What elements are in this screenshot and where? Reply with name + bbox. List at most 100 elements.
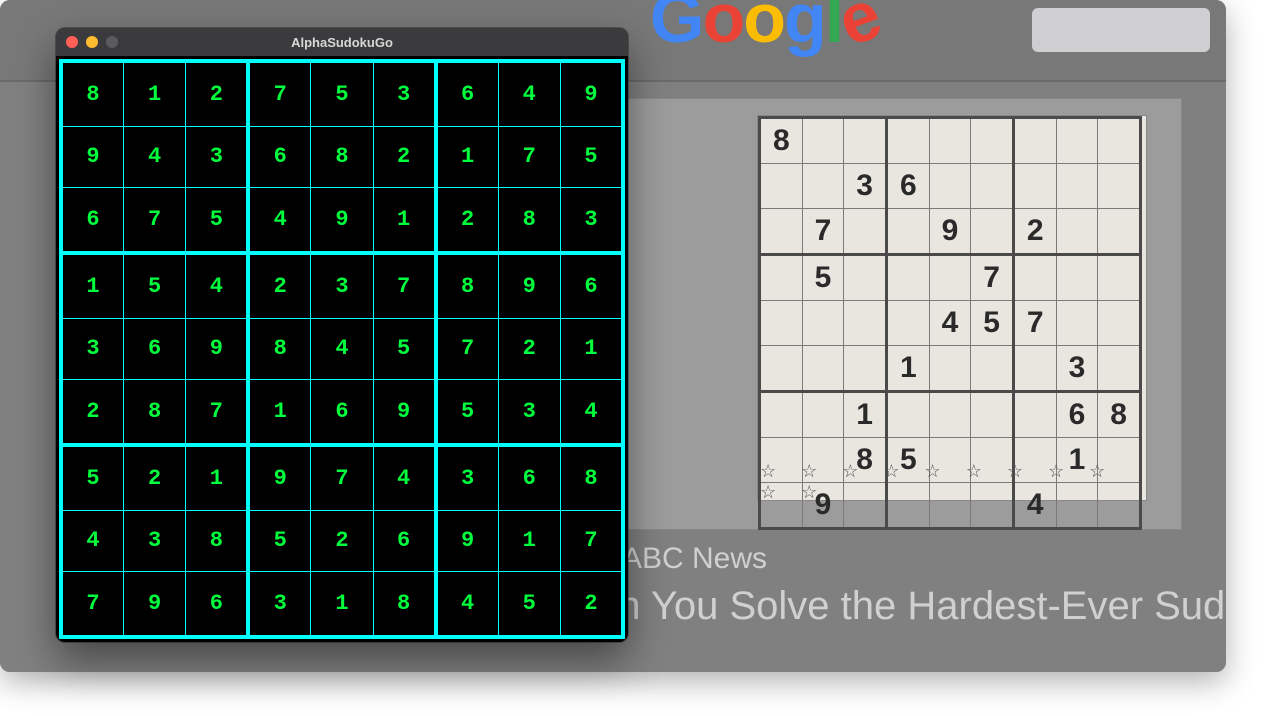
solution-cell[interactable]: 8 — [436, 253, 498, 318]
solution-cell[interactable]: 8 — [61, 61, 123, 126]
solution-cell[interactable]: 8 — [561, 445, 624, 510]
puzzle-cell: 6 — [886, 164, 929, 209]
solution-cell[interactable]: 6 — [248, 126, 310, 188]
solution-cell[interactable]: 6 — [436, 61, 498, 126]
puzzle-cell — [971, 118, 1014, 164]
solution-cell[interactable]: 7 — [311, 445, 373, 510]
solution-cell[interactable]: 9 — [61, 126, 123, 188]
solution-cell[interactable]: 2 — [498, 318, 560, 380]
solution-cell[interactable]: 2 — [373, 126, 435, 188]
solution-cell[interactable]: 6 — [61, 188, 123, 253]
puzzle-cell: 3 — [844, 164, 887, 209]
solution-cell[interactable]: 1 — [186, 445, 248, 510]
solution-cell[interactable]: 3 — [186, 126, 248, 188]
puzzle-cell — [1056, 255, 1098, 301]
solution-cell[interactable]: 3 — [561, 188, 624, 253]
solution-cell[interactable]: 8 — [311, 126, 373, 188]
solution-cell[interactable]: 6 — [373, 510, 435, 572]
solution-cell[interactable]: 4 — [248, 188, 310, 253]
puzzle-cell — [929, 118, 971, 164]
solution-cell[interactable]: 4 — [311, 318, 373, 380]
solution-cell[interactable]: 3 — [123, 510, 185, 572]
solution-cell[interactable]: 8 — [373, 572, 435, 637]
solution-cell[interactable]: 1 — [373, 188, 435, 253]
solution-cell[interactable]: 1 — [436, 126, 498, 188]
solution-cell[interactable]: 5 — [123, 253, 185, 318]
solution-cell[interactable]: 2 — [123, 445, 185, 510]
solution-cell[interactable]: 2 — [311, 510, 373, 572]
solution-cell[interactable]: 6 — [123, 318, 185, 380]
solution-cell[interactable]: 9 — [498, 253, 560, 318]
solution-cell[interactable]: 7 — [248, 61, 310, 126]
solution-cell[interactable]: 4 — [61, 510, 123, 572]
solution-cell[interactable]: 5 — [248, 510, 310, 572]
solution-cell[interactable]: 2 — [61, 380, 123, 445]
solution-cell[interactable]: 8 — [248, 318, 310, 380]
solution-cell[interactable]: 5 — [373, 318, 435, 380]
solution-cell[interactable]: 9 — [123, 572, 185, 637]
solution-cell[interactable]: 1 — [561, 318, 624, 380]
solution-cell[interactable]: 9 — [436, 510, 498, 572]
solution-cell[interactable]: 3 — [373, 61, 435, 126]
result-headline[interactable]: an You Solve the Hardest-Ever Sudok — [596, 584, 1226, 629]
solution-cell[interactable]: 5 — [561, 126, 624, 188]
solution-cell[interactable]: 1 — [248, 380, 310, 445]
solution-cell[interactable]: 2 — [561, 572, 624, 637]
solution-cell[interactable]: 6 — [186, 572, 248, 637]
solution-cell[interactable]: 9 — [186, 318, 248, 380]
puzzle-cell — [1056, 118, 1098, 164]
solution-cell[interactable]: 8 — [123, 380, 185, 445]
solution-cell[interactable]: 9 — [248, 445, 310, 510]
puzzle-cell — [929, 255, 971, 301]
solution-cell[interactable]: 1 — [61, 253, 123, 318]
solution-cell[interactable]: 1 — [311, 572, 373, 637]
solution-cell[interactable]: 7 — [186, 380, 248, 445]
solution-cell[interactable]: 7 — [61, 572, 123, 637]
solution-cell[interactable]: 4 — [498, 61, 560, 126]
solution-cell[interactable]: 2 — [248, 253, 310, 318]
solution-cell[interactable]: 9 — [311, 188, 373, 253]
solution-cell[interactable]: 1 — [123, 61, 185, 126]
solution-cell[interactable]: 7 — [498, 126, 560, 188]
solution-cell[interactable]: 4 — [436, 572, 498, 637]
solution-cell[interactable]: 7 — [561, 510, 624, 572]
solution-cell[interactable]: 5 — [61, 445, 123, 510]
puzzle-cell — [844, 346, 887, 392]
solution-cell[interactable]: 7 — [436, 318, 498, 380]
solution-cell[interactable]: 9 — [373, 380, 435, 445]
solution-cell[interactable]: 3 — [248, 572, 310, 637]
solution-cell[interactable]: 4 — [123, 126, 185, 188]
solution-cell[interactable]: 2 — [436, 188, 498, 253]
puzzle-cell — [760, 301, 803, 346]
solution-cell[interactable]: 6 — [561, 253, 624, 318]
puzzle-cell — [929, 392, 971, 438]
solution-cell[interactable]: 8 — [186, 510, 248, 572]
titlebar[interactable]: AlphaSudokuGo — [56, 28, 628, 56]
puzzle-cell — [886, 209, 929, 255]
solution-cell[interactable]: 7 — [123, 188, 185, 253]
solution-cell[interactable]: 4 — [186, 253, 248, 318]
solution-cell[interactable]: 3 — [436, 445, 498, 510]
solution-cell[interactable]: 8 — [498, 188, 560, 253]
solution-cell[interactable]: 5 — [498, 572, 560, 637]
solution-cell[interactable]: 4 — [373, 445, 435, 510]
solution-cell[interactable]: 5 — [311, 61, 373, 126]
image-source-label: ABC News — [622, 542, 767, 576]
solution-cell[interactable]: 3 — [311, 253, 373, 318]
search-input[interactable] — [1032, 8, 1210, 52]
solution-cell[interactable]: 5 — [186, 188, 248, 253]
solution-cell[interactable]: 6 — [498, 445, 560, 510]
solution-cell[interactable]: 2 — [186, 61, 248, 126]
app-window[interactable]: AlphaSudokuGo 81275364994368217567549128… — [56, 28, 628, 642]
solution-cell[interactable]: 7 — [373, 253, 435, 318]
solution-cell[interactable]: 1 — [498, 510, 560, 572]
solution-cell[interactable]: 3 — [498, 380, 560, 445]
solution-cell[interactable]: 5 — [436, 380, 498, 445]
result-image[interactable]: 836792574571316885194 ☆ ☆ ☆ ☆ ☆ ☆ ☆ ☆ ☆ … — [622, 98, 1182, 530]
difficulty-stars: ☆ ☆ ☆ ☆ ☆ ☆ ☆ ☆ ☆ ☆ ☆ — [760, 461, 1146, 503]
solution-cell[interactable]: 3 — [61, 318, 123, 380]
solution-cell[interactable]: 4 — [561, 380, 624, 445]
puzzle-cell — [1056, 209, 1098, 255]
solution-cell[interactable]: 6 — [311, 380, 373, 445]
solution-cell[interactable]: 9 — [561, 61, 624, 126]
